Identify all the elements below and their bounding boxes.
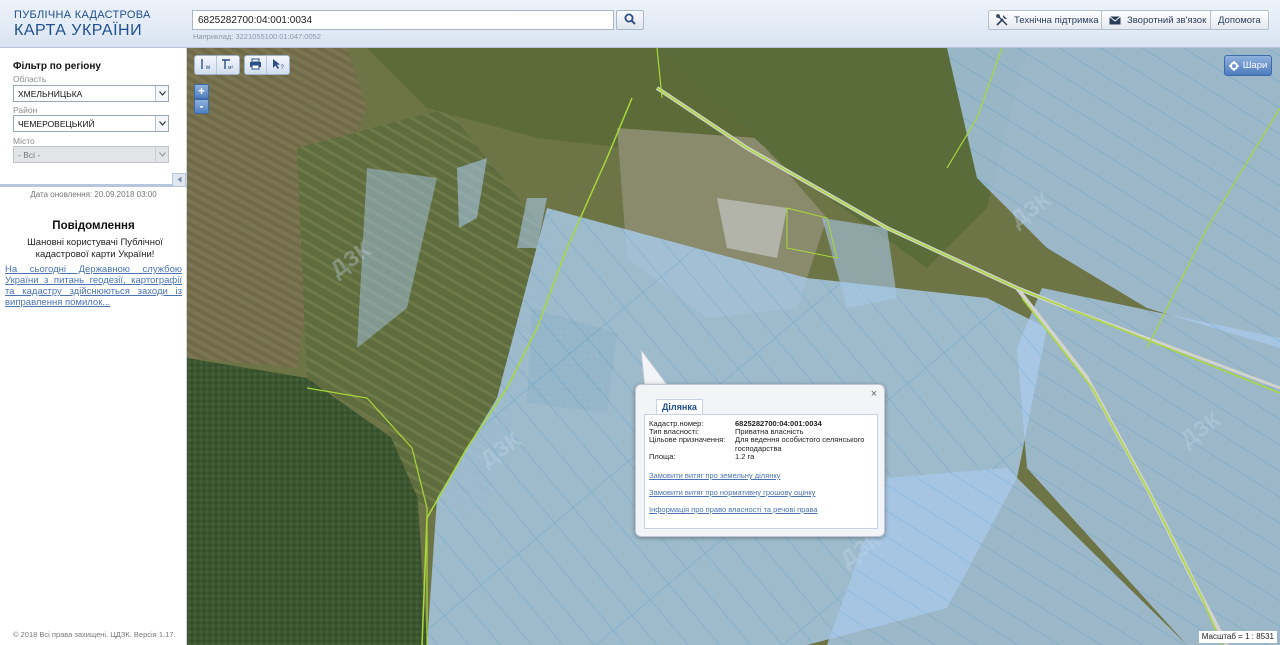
print-identify-tools: ? <box>244 55 290 75</box>
tools-icon <box>996 14 1008 26</box>
search-icon <box>624 13 636 28</box>
map-imagery: ДЗК ДЗК ДЗК ДЗК ДЗК <box>187 48 1280 645</box>
measure-line-icon: м <box>199 58 213 73</box>
print-icon <box>249 58 262 73</box>
measure-area-tool[interactable]: м² <box>217 56 239 74</box>
logo-line2: КАРТА УКРАЇНИ <box>14 22 143 39</box>
search-hint: Наприклад: 3221055100:01:047:0052 <box>193 32 321 41</box>
chevron-down-icon <box>155 116 168 131</box>
field-label: Площа: <box>649 452 676 461</box>
zoom-in-button[interactable]: + <box>194 84 209 99</box>
measure-line-tool[interactable]: м <box>195 56 217 74</box>
parcel-info-popup: × Ділянка Кадастр.номер: 6825282700:04:0… <box>635 384 885 537</box>
district-label: Район <box>13 105 38 115</box>
district-select-value: ЧЕМЕРОВЕЦЬКИЙ <box>18 119 95 129</box>
notice-text: Шановні користувачі Публічної кадастрово… <box>27 237 163 260</box>
map-scale: Масштаб = 1 : 8531 <box>1198 631 1277 643</box>
notice-link[interactable]: На сьогодні Державною службою України з … <box>5 264 182 308</box>
help-label: Допомога <box>1218 14 1261 26</box>
order-parcel-extract-link[interactable]: Замовити витяг про земельну ділянку <box>649 471 781 480</box>
city-select: - Всі - <box>13 146 169 163</box>
ownership-info-link[interactable]: Інформація про право власності та речові… <box>649 505 818 514</box>
close-icon[interactable]: × <box>869 388 879 400</box>
sidebar: Фільтр по регіону Область ХМЕЛЬНИЦЬКА Ра… <box>0 48 187 645</box>
identify-icon: ? <box>271 58 285 73</box>
chevron-down-icon <box>155 147 168 162</box>
copyright: © 2018 Всі права захищені. ЦДЗК. Версія … <box>13 630 176 639</box>
measure-tools: м м² <box>194 55 240 75</box>
tech-support-button[interactable]: Технічна підтримка <box>988 10 1107 30</box>
app-header: ПУБЛІЧНА КАДАСТРОВА КАРТА УКРАЇНИ Наприк… <box>0 0 1280 48</box>
notice-title: Повідомлення <box>52 220 135 232</box>
district-select[interactable]: ЧЕМЕРОВЕЦЬКИЙ <box>13 115 169 132</box>
collapse-filter-button[interactable] <box>172 173 186 187</box>
app-logo[interactable]: ПУБЛІЧНА КАДАСТРОВА КАРТА УКРАЇНИ <box>14 10 151 39</box>
chevron-down-icon <box>155 86 168 101</box>
svg-text:м²: м² <box>228 65 233 70</box>
tech-support-label: Технічна підтримка <box>1014 14 1099 26</box>
region-filter-title: Фільтр по регіону <box>13 61 101 72</box>
svg-text:?: ? <box>281 65 285 70</box>
area-value: 1.2 га <box>735 452 755 461</box>
cadastral-map[interactable]: ДЗК ДЗК ДЗК ДЗК ДЗК м м² ? + - Шари × Ді… <box>187 48 1280 645</box>
field-label: Цільове призначення: <box>649 435 726 444</box>
logo-line1: ПУБЛІЧНА КАДАСТРОВА <box>14 9 151 21</box>
gear-icon <box>1228 60 1239 71</box>
tab-parcel[interactable]: Ділянка <box>656 399 703 415</box>
city-label: Місто <box>13 136 35 146</box>
feedback-label: Зворотний зв'язок <box>1127 14 1207 26</box>
measure-area-icon: м² <box>221 58 235 73</box>
region-label: Область <box>13 74 47 84</box>
cadastral-search-input[interactable] <box>192 10 614 30</box>
update-date: Дата оновлення: 20.09.2018 03:00 <box>30 190 157 199</box>
chevron-left-icon <box>177 176 182 185</box>
svg-text:м: м <box>206 65 210 70</box>
sidebar-divider <box>0 184 187 187</box>
print-tool[interactable] <box>245 56 267 74</box>
help-button[interactable]: Допомога <box>1210 10 1269 30</box>
search-button[interactable] <box>616 10 644 30</box>
region-select[interactable]: ХМЕЛЬНИЦЬКА <box>13 85 169 102</box>
region-select-value: ХМЕЛЬНИЦЬКА <box>18 89 83 99</box>
layers-button[interactable]: Шари <box>1224 55 1272 76</box>
purpose-value: Для ведення особистого селянського госпо… <box>735 435 865 453</box>
city-select-value: - Всі - <box>18 150 41 160</box>
parcel-details: Кадастр.номер: 6825282700:04:001:0034 Ти… <box>644 414 878 529</box>
search-area: Наприклад: 3221055100:01:047:0052 <box>192 10 644 41</box>
envelope-icon <box>1109 15 1121 25</box>
identify-tool[interactable]: ? <box>267 56 289 74</box>
feedback-button[interactable]: Зворотний зв'язок <box>1101 10 1215 30</box>
order-valuation-extract-link[interactable]: Замовити витяг про нормативну грошову оц… <box>649 488 815 497</box>
layers-label: Шари <box>1242 60 1268 71</box>
zoom-out-button[interactable]: - <box>194 99 209 114</box>
